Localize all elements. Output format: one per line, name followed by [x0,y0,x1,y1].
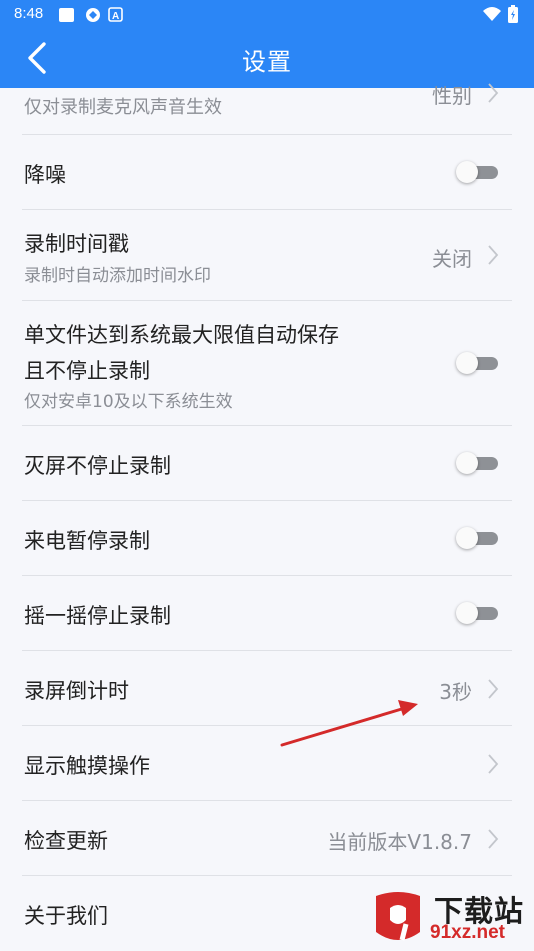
watermark: 下载站 91xz.net [362,886,534,950]
red-annotation-arrow [280,700,418,747]
watermark-url: 91xz.net [430,922,505,943]
watermark-logo-icon [376,892,420,941]
